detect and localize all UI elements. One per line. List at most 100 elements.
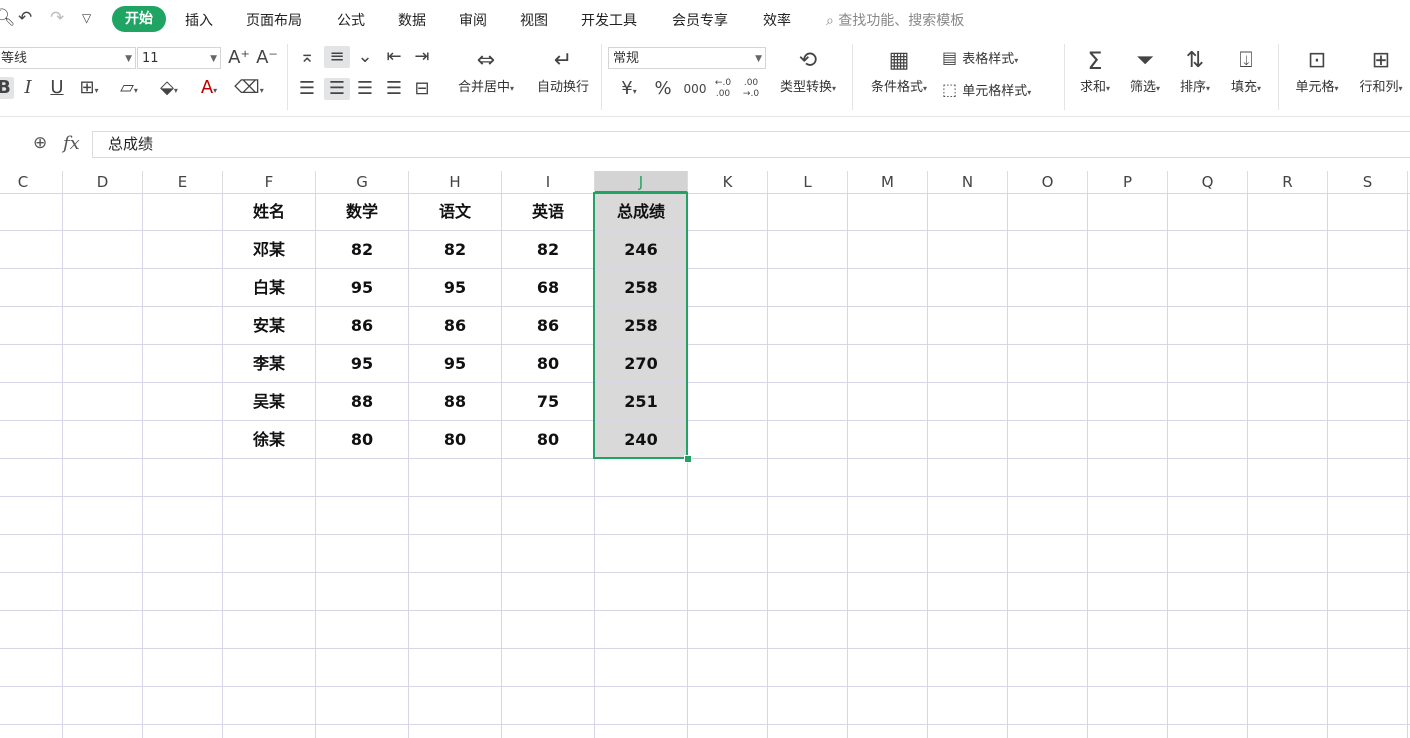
- column-header-p[interactable]: P: [1088, 171, 1168, 193]
- align-bottom-icon[interactable]: ⌄: [354, 46, 376, 68]
- underline-icon[interactable]: U: [46, 77, 68, 99]
- merge-center-button[interactable]: ⇔ 合并居中▾: [446, 46, 526, 95]
- filter-button[interactable]: ⏷ 筛选▾: [1122, 46, 1168, 95]
- table-cell[interactable]: 80: [502, 345, 594, 383]
- zoom-icon[interactable]: 🔍︎: [0, 8, 16, 28]
- column-header-n[interactable]: N: [928, 171, 1008, 193]
- column-header-j[interactable]: J: [595, 171, 688, 193]
- align-left-icon[interactable]: ☰: [296, 78, 318, 100]
- wrap-text-button[interactable]: ↵ 自动换行: [530, 46, 596, 95]
- fx-icon[interactable]: fx: [63, 133, 80, 154]
- column-header-i[interactable]: I: [502, 171, 595, 193]
- align-center-icon[interactable]: ☰: [324, 78, 350, 100]
- font-color-icon[interactable]: A▾: [192, 77, 226, 102]
- decrease-decimal-icon[interactable]: .00 →.0: [738, 78, 764, 100]
- distributed-icon[interactable]: ⊟: [410, 78, 434, 100]
- column-header-e[interactable]: E: [143, 171, 223, 193]
- cell-style-button[interactable]: ⬚ 单元格样式▾: [942, 80, 1058, 99]
- tab-view[interactable]: 视图: [520, 10, 548, 30]
- tab-page-layout[interactable]: 页面布局: [246, 10, 302, 30]
- tab-developer[interactable]: 开发工具: [581, 10, 637, 30]
- table-cell[interactable]: 白某: [223, 269, 315, 307]
- tab-review[interactable]: 审阅: [459, 10, 487, 30]
- table-cell[interactable]: 68: [502, 269, 594, 307]
- table-cell[interactable]: 邓某: [223, 231, 315, 269]
- align-top-icon[interactable]: ⌅: [296, 46, 318, 68]
- justify-icon[interactable]: ☰: [382, 78, 406, 100]
- column-header-f[interactable]: F: [223, 171, 316, 193]
- increase-font-icon[interactable]: A⁺: [226, 47, 252, 69]
- table-cell[interactable]: 86: [502, 307, 594, 345]
- table-header-cell[interactable]: 姓名: [223, 193, 315, 231]
- redo-icon[interactable]: ↷: [50, 8, 64, 28]
- indent-decrease-icon[interactable]: ⇤: [382, 46, 406, 68]
- table-cell[interactable]: 82: [502, 231, 594, 269]
- table-cell[interactable]: 80: [316, 421, 408, 459]
- conditional-format-button[interactable]: ▦ 条件格式▾: [862, 46, 936, 95]
- cell-button[interactable]: ⊡ 单元格▾: [1286, 46, 1348, 95]
- table-header-cell[interactable]: 数学: [316, 193, 408, 231]
- column-header-r[interactable]: R: [1248, 171, 1328, 193]
- font-name-select[interactable]: 等线 ▼: [0, 47, 136, 69]
- table-cell[interactable]: 86: [409, 307, 501, 345]
- tab-data[interactable]: 数据: [398, 10, 426, 30]
- table-cell[interactable]: 安某: [223, 307, 315, 345]
- table-cell[interactable]: 徐某: [223, 421, 315, 459]
- table-cell[interactable]: 80: [409, 421, 501, 459]
- highlight-icon[interactable]: ⬙▾: [152, 77, 186, 102]
- sort-button[interactable]: ⇅ 排序▾: [1172, 46, 1218, 95]
- search-box[interactable]: ⌕ 查找功能、搜索模板: [826, 10, 964, 30]
- table-cell[interactable]: 95: [316, 345, 408, 383]
- eraser-icon[interactable]: ⌫▾: [232, 77, 266, 102]
- align-middle-icon[interactable]: ≡: [324, 46, 350, 68]
- fill-handle[interactable]: [684, 455, 692, 463]
- fill-color-icon[interactable]: ▱▾: [112, 77, 146, 102]
- table-header-cell[interactable]: 语文: [409, 193, 501, 231]
- column-header-o[interactable]: O: [1008, 171, 1088, 193]
- column-header-q[interactable]: Q: [1168, 171, 1248, 193]
- column-header-g[interactable]: G: [316, 171, 409, 193]
- column-header-d[interactable]: D: [63, 171, 143, 193]
- table-cell[interactable]: 95: [409, 269, 501, 307]
- column-header-k[interactable]: K: [688, 171, 768, 193]
- tab-member[interactable]: 会员专享: [672, 10, 728, 30]
- font-size-select[interactable]: 11 ▼: [137, 47, 221, 69]
- tab-formulas[interactable]: 公式: [337, 10, 365, 30]
- column-header-s[interactable]: S: [1328, 171, 1408, 193]
- thousands-icon[interactable]: 000: [680, 78, 710, 100]
- column-header-m[interactable]: M: [848, 171, 928, 193]
- number-format-select[interactable]: 常规 ▼: [608, 47, 766, 69]
- increase-decimal-icon[interactable]: ←.0 .00: [710, 78, 736, 100]
- quick-access-dropdown-icon[interactable]: ▽: [82, 11, 91, 25]
- sum-button[interactable]: Σ 求和▾: [1072, 46, 1118, 95]
- align-right-icon[interactable]: ☰: [354, 78, 376, 100]
- currency-icon[interactable]: ¥▾: [612, 78, 646, 103]
- table-cell[interactable]: 75: [502, 383, 594, 421]
- bold-icon[interactable]: B: [0, 77, 14, 99]
- table-cell[interactable]: 吴某: [223, 383, 315, 421]
- fill-button[interactable]: ⍗ 填充▾: [1222, 46, 1270, 95]
- table-cell[interactable]: 95: [316, 269, 408, 307]
- row-col-button[interactable]: ⊞ 行和列▾: [1352, 46, 1410, 95]
- undo-icon[interactable]: ↶: [18, 8, 32, 28]
- table-cell[interactable]: 86: [316, 307, 408, 345]
- tab-efficiency[interactable]: 效率: [763, 10, 791, 30]
- tab-home[interactable]: 开始: [112, 6, 166, 32]
- table-cell[interactable]: 95: [409, 345, 501, 383]
- table-cell[interactable]: 88: [316, 383, 408, 421]
- percent-icon[interactable]: %: [650, 78, 676, 100]
- column-header-c[interactable]: C: [0, 171, 63, 193]
- table-style-button[interactable]: ▤ 表格样式▾: [942, 48, 1042, 67]
- table-cell[interactable]: 82: [316, 231, 408, 269]
- table-cell[interactable]: 李某: [223, 345, 315, 383]
- type-convert-button[interactable]: ⟲ 类型转换▾: [770, 46, 846, 95]
- table-cell[interactable]: 80: [502, 421, 594, 459]
- column-header-l[interactable]: L: [768, 171, 848, 193]
- tab-insert[interactable]: 插入: [185, 10, 213, 30]
- border-icon[interactable]: ⊞▾: [74, 77, 104, 102]
- table-header-cell[interactable]: 英语: [502, 193, 594, 231]
- table-cell[interactable]: 88: [409, 383, 501, 421]
- formula-input[interactable]: 总成绩: [92, 131, 1410, 158]
- zoom-formula-icon[interactable]: ⊕: [33, 133, 47, 153]
- spreadsheet-grid[interactable]: 姓名 数学 语文 英语 总成绩 邓某 82 82 82 246 白某 95 95…: [0, 193, 1410, 738]
